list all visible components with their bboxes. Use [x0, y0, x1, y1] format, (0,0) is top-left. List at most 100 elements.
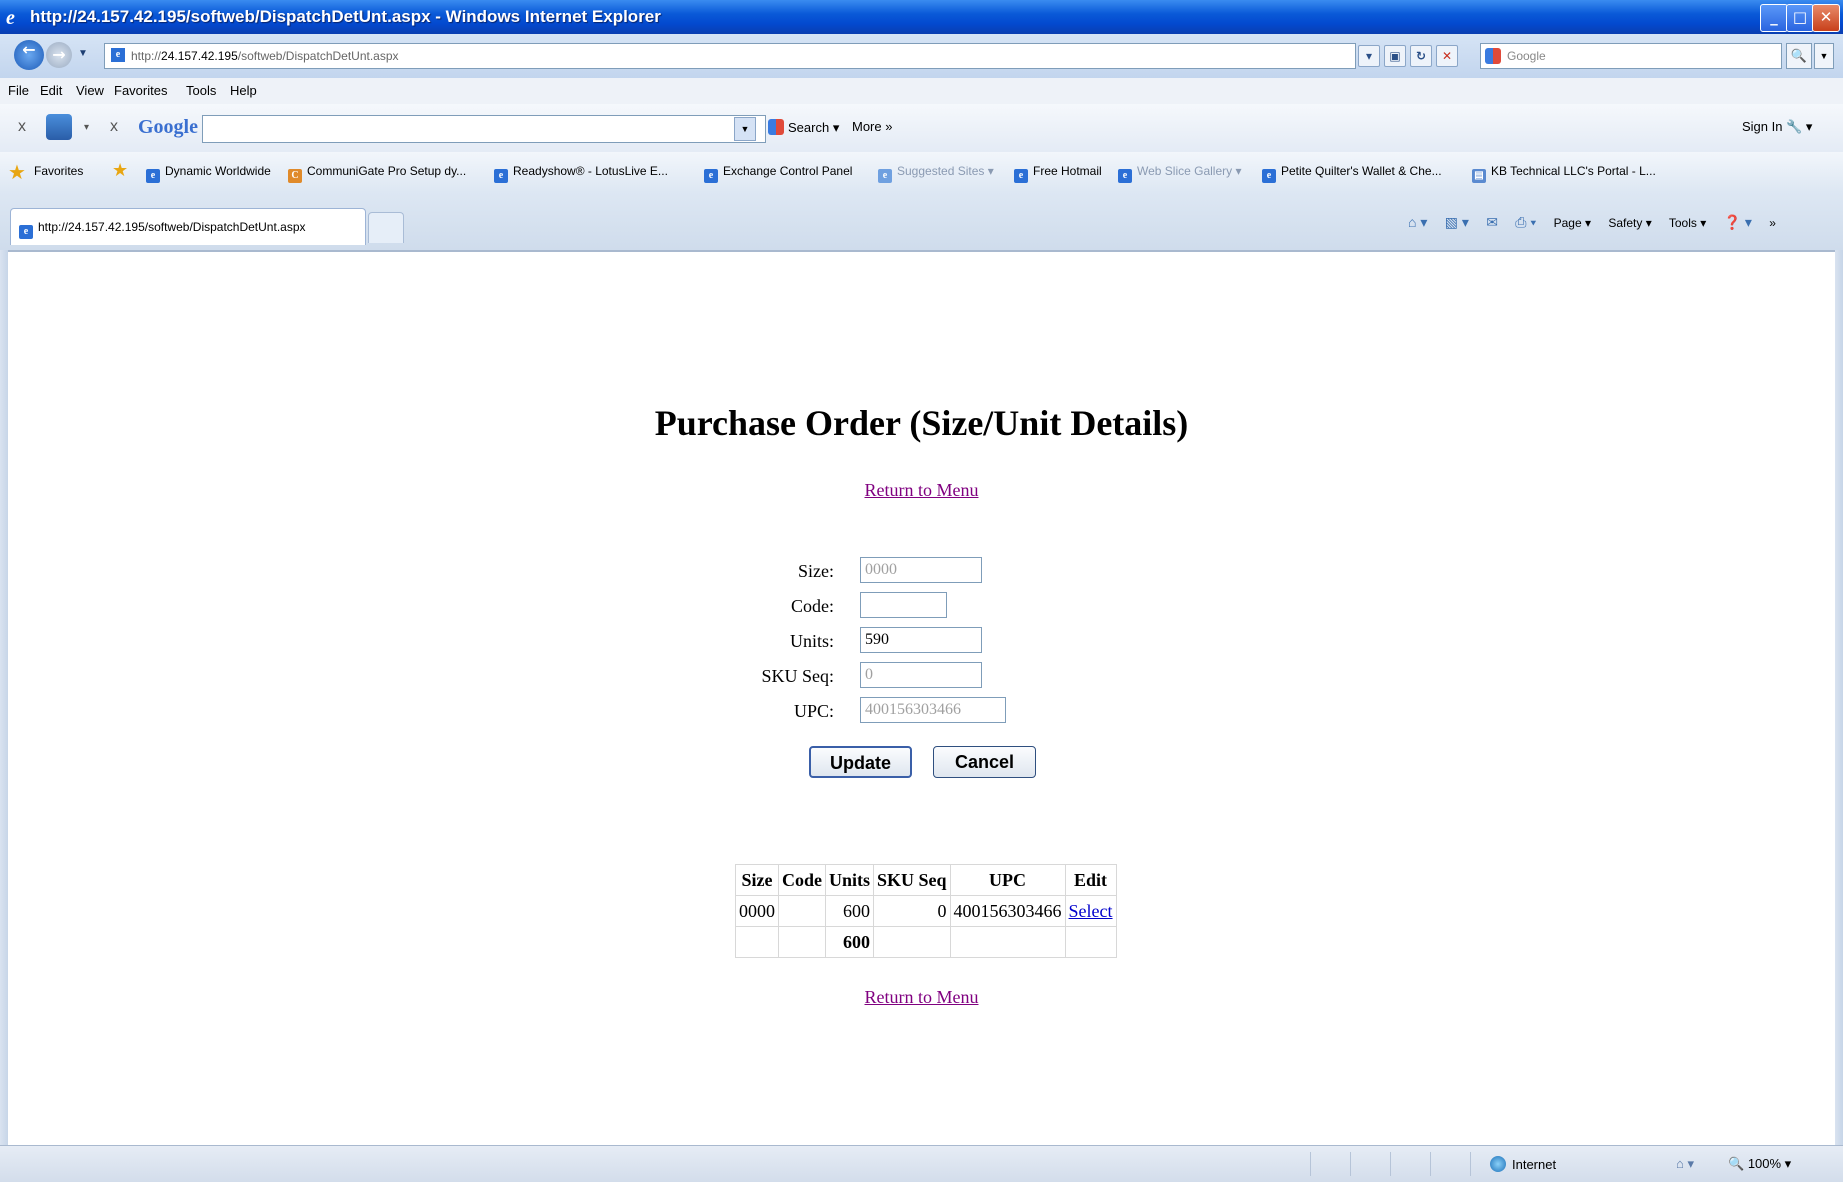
- stop-icon[interactable]: ✕: [1436, 45, 1458, 67]
- search-icon: [768, 119, 784, 135]
- search-options-icon[interactable]: ▼: [1814, 43, 1834, 69]
- code-field[interactable]: [860, 592, 947, 618]
- favorites-button[interactable]: Favorites: [34, 164, 83, 178]
- fav-kb-technical[interactable]: ▤ KB Technical LLC's Portal - L...: [1472, 164, 1656, 183]
- read-mail-icon[interactable]: ✉: [1486, 214, 1498, 231]
- fav-exchange[interactable]: e Exchange Control Panel: [704, 164, 852, 183]
- fav-label: Web Slice Gallery ▾: [1137, 164, 1242, 178]
- protected-mode-icon[interactable]: ⌂ ▾: [1676, 1156, 1694, 1172]
- wrench-icon: 🔧: [1786, 119, 1803, 134]
- chevron-more-icon[interactable]: »: [1769, 216, 1776, 230]
- return-to-menu-link[interactable]: Return to Menu: [865, 480, 979, 500]
- fav-label: KB Technical LLC's Portal - L...: [1491, 164, 1656, 178]
- size-row: Size:: [8, 557, 1835, 587]
- window-title: http://24.157.42.195/softweb/DispatchDet…: [30, 7, 661, 26]
- sign-in-label: Sign In: [1742, 119, 1783, 134]
- minimize-button[interactable]: _: [1760, 4, 1788, 32]
- zoom-control[interactable]: 🔍 100% ▾: [1728, 1156, 1791, 1172]
- status-divider: [1430, 1152, 1431, 1176]
- toolbar-badge-icon[interactable]: [46, 114, 72, 140]
- globe-icon: [1490, 1156, 1506, 1172]
- fav-label: Suggested Sites ▾: [897, 164, 994, 178]
- google-search-dropdown-icon[interactable]: ▼: [734, 117, 756, 141]
- help-icon[interactable]: ❓ ▾: [1724, 214, 1752, 231]
- fav-petite-quilter[interactable]: e Petite Quilter's Wallet & Che...: [1262, 164, 1442, 183]
- col-upc: UPC: [949, 864, 1066, 896]
- fav-dynamic-worldwide[interactable]: e Dynamic Worldwide: [146, 164, 271, 183]
- menu-favorites[interactable]: Favorites: [114, 83, 167, 98]
- size-field[interactable]: [860, 557, 982, 583]
- sku-seq-row: SKU Seq:: [8, 662, 1835, 692]
- fav-suggested-sites[interactable]: e Suggested Sites ▾: [878, 164, 994, 183]
- search-placeholder: Google: [1507, 49, 1546, 63]
- command-bar: ⌂ ▾ ▧ ▾ ✉ ⎙ ▾ Page ▾ Safety ▾ Tools ▾ ❓ …: [1408, 214, 1790, 231]
- menu-file[interactable]: File: [8, 83, 29, 98]
- fav-communigate[interactable]: C CommuniGate Pro Setup dy...: [288, 164, 466, 183]
- upc-label: UPC:: [793, 701, 834, 721]
- status-divider: [1390, 1152, 1391, 1176]
- status-divider: [1350, 1152, 1351, 1176]
- url-prefix: http://: [131, 49, 162, 63]
- security-zone[interactable]: Internet: [1490, 1156, 1556, 1172]
- add-favorite-icon[interactable]: ★: [112, 160, 128, 181]
- menu-edit[interactable]: Edit: [40, 83, 62, 98]
- forward-button[interactable]: →: [46, 42, 72, 68]
- tools-menu[interactable]: Tools ▾: [1669, 216, 1706, 230]
- tab-current[interactable]: e http://24.157.42.195/softweb/DispatchDe…: [10, 208, 366, 245]
- new-tab-button[interactable]: [368, 212, 404, 243]
- address-row: ← → ▼ e http://24.157.42.195/softweb/Disp…: [0, 34, 1843, 79]
- toolbar-dropdown-icon[interactable]: ▾: [84, 122, 89, 133]
- ie-logo-icon: e: [878, 169, 892, 183]
- search-go-icon[interactable]: 🔍: [1786, 43, 1812, 69]
- table-row: 0000 600 0 400156303466 Select: [735, 895, 1117, 927]
- print-icon[interactable]: ⎙ ▾: [1515, 214, 1536, 231]
- fav-label: Petite Quilter's Wallet & Che...: [1281, 164, 1442, 178]
- menu-help[interactable]: Help: [230, 83, 257, 98]
- home-icon[interactable]: ⌂ ▾: [1408, 214, 1427, 231]
- status-divider: [1470, 1152, 1471, 1176]
- favorites-bar: ★ Favorites ★ e Dynamic Worldwide C Commun…: [0, 152, 1843, 193]
- close-google-icon[interactable]: x: [110, 118, 118, 136]
- address-field[interactable]: e http://24.157.42.195/softweb/DispatchDe…: [104, 43, 1356, 69]
- code-label: Code:: [791, 596, 834, 616]
- select-link[interactable]: Select: [1069, 901, 1113, 921]
- refresh-icon[interactable]: ↻: [1410, 45, 1432, 67]
- cell-empty: [778, 926, 826, 958]
- compatibility-view-icon[interactable]: ▣: [1384, 45, 1406, 67]
- fav-label: Free Hotmail: [1033, 164, 1102, 178]
- cell-edit: Select: [1064, 895, 1117, 927]
- fav-web-slice-gallery[interactable]: e Web Slice Gallery ▾: [1118, 164, 1242, 183]
- google-toolbar: x ▾ x Google ▼ Search ▾ More » Sign In 🔧…: [0, 104, 1843, 153]
- url-host: 24.157.42.195: [161, 49, 238, 63]
- update-button[interactable]: Update: [809, 746, 912, 778]
- safety-menu[interactable]: Safety ▾: [1608, 216, 1651, 230]
- close-button[interactable]: ✕: [1812, 4, 1840, 32]
- upc-field[interactable]: [860, 697, 1006, 723]
- upc-row: UPC:: [8, 697, 1835, 727]
- back-button[interactable]: ←: [14, 40, 44, 70]
- return-to-menu-link[interactable]: Return to Menu: [865, 987, 979, 1007]
- table-total-row: 600: [735, 926, 1117, 958]
- google-search-button[interactable]: Search ▾: [768, 119, 839, 136]
- feeds-icon[interactable]: ▧ ▾: [1445, 214, 1469, 231]
- close-toolbar-icon[interactable]: x: [18, 118, 26, 136]
- units-field[interactable]: [860, 627, 982, 653]
- maximize-button[interactable]: □: [1786, 4, 1814, 32]
- history-dropdown-icon[interactable]: ▼: [78, 48, 88, 59]
- address-dropdown-icon[interactable]: ▾: [1358, 45, 1380, 67]
- fav-free-hotmail[interactable]: e Free Hotmail: [1014, 164, 1102, 183]
- fav-readyshow[interactable]: e Readyshow® - LotusLive E...: [494, 164, 668, 183]
- sign-in-button[interactable]: Sign In 🔧 ▾: [1742, 119, 1812, 135]
- sku-seq-label: SKU Seq:: [761, 666, 834, 686]
- cancel-button[interactable]: Cancel: [933, 746, 1036, 778]
- sku-seq-field[interactable]: [860, 662, 982, 688]
- menu-view[interactable]: View: [76, 83, 104, 98]
- google-search-input[interactable]: [202, 115, 766, 143]
- return-to-menu-top: Return to Menu: [8, 480, 1835, 501]
- search-box[interactable]: Google: [1480, 43, 1782, 69]
- more-button[interactable]: More »: [852, 119, 892, 134]
- page-menu[interactable]: Page ▾: [1554, 216, 1591, 230]
- code-row: Code:: [8, 592, 1835, 622]
- cell-empty: [949, 926, 1066, 958]
- menu-tools[interactable]: Tools: [186, 83, 216, 98]
